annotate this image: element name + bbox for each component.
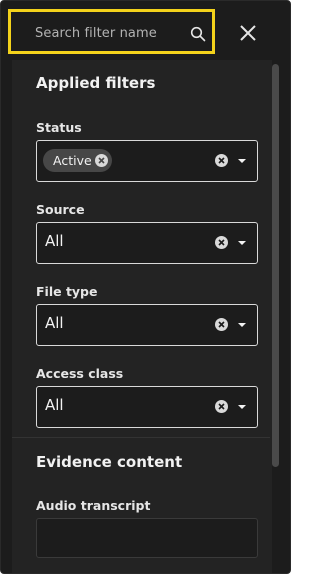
search-icon[interactable] xyxy=(190,26,206,42)
file-type-value: All xyxy=(45,314,64,332)
filter-panel: Search filter name Applied filters Statu… xyxy=(0,0,291,574)
access-class-select[interactable]: All xyxy=(36,386,258,428)
status-chip-label: Active xyxy=(53,153,92,168)
close-icon[interactable] xyxy=(237,22,259,44)
source-value: All xyxy=(45,232,64,250)
audio-transcript-input[interactable] xyxy=(36,518,258,558)
access-class-label: Access class xyxy=(36,366,124,381)
access-class-value: All xyxy=(45,396,64,414)
clear-icon[interactable] xyxy=(215,154,228,167)
chevron-down-icon[interactable] xyxy=(238,323,246,327)
source-select[interactable]: All xyxy=(36,222,258,264)
remove-chip-icon[interactable] xyxy=(94,154,108,167)
audio-transcript-label: Audio transcript xyxy=(36,498,151,513)
section-divider xyxy=(12,437,270,438)
chevron-down-icon[interactable] xyxy=(238,159,246,163)
applied-filters-heading: Applied filters xyxy=(36,74,156,92)
source-label: Source xyxy=(36,202,85,217)
evidence-content-heading: Evidence content xyxy=(36,453,183,471)
chevron-down-icon[interactable] xyxy=(238,241,246,245)
search-input[interactable]: Search filter name xyxy=(8,9,215,54)
status-label: Status xyxy=(36,120,82,135)
status-chip: Active xyxy=(43,149,112,172)
file-type-label: File type xyxy=(36,284,98,299)
status-select[interactable]: Active xyxy=(36,140,258,182)
chevron-down-icon[interactable] xyxy=(238,405,246,409)
clear-icon[interactable] xyxy=(215,318,228,331)
search-placeholder: Search filter name xyxy=(35,26,157,41)
clear-icon[interactable] xyxy=(215,400,228,413)
scrollbar-thumb[interactable] xyxy=(272,64,279,467)
clear-icon[interactable] xyxy=(215,236,228,249)
file-type-select[interactable]: All xyxy=(36,304,258,346)
